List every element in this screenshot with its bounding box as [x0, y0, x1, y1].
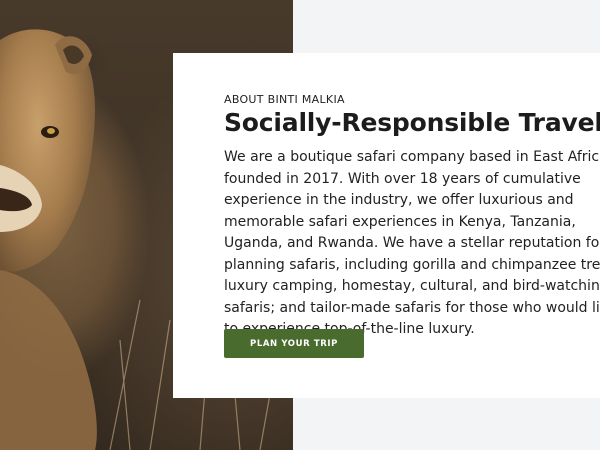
- section-eyebrow: ABOUT BINTI MALKIA: [224, 93, 345, 106]
- section-title: Socially-Responsible Travel: [224, 108, 600, 137]
- plan-your-trip-button[interactable]: PLAN YOUR TRIP: [224, 329, 364, 358]
- section-body: We are a boutique safari company based i…: [224, 149, 600, 337]
- about-card: ABOUT BINTI MALKIA Socially-Responsible …: [173, 53, 600, 398]
